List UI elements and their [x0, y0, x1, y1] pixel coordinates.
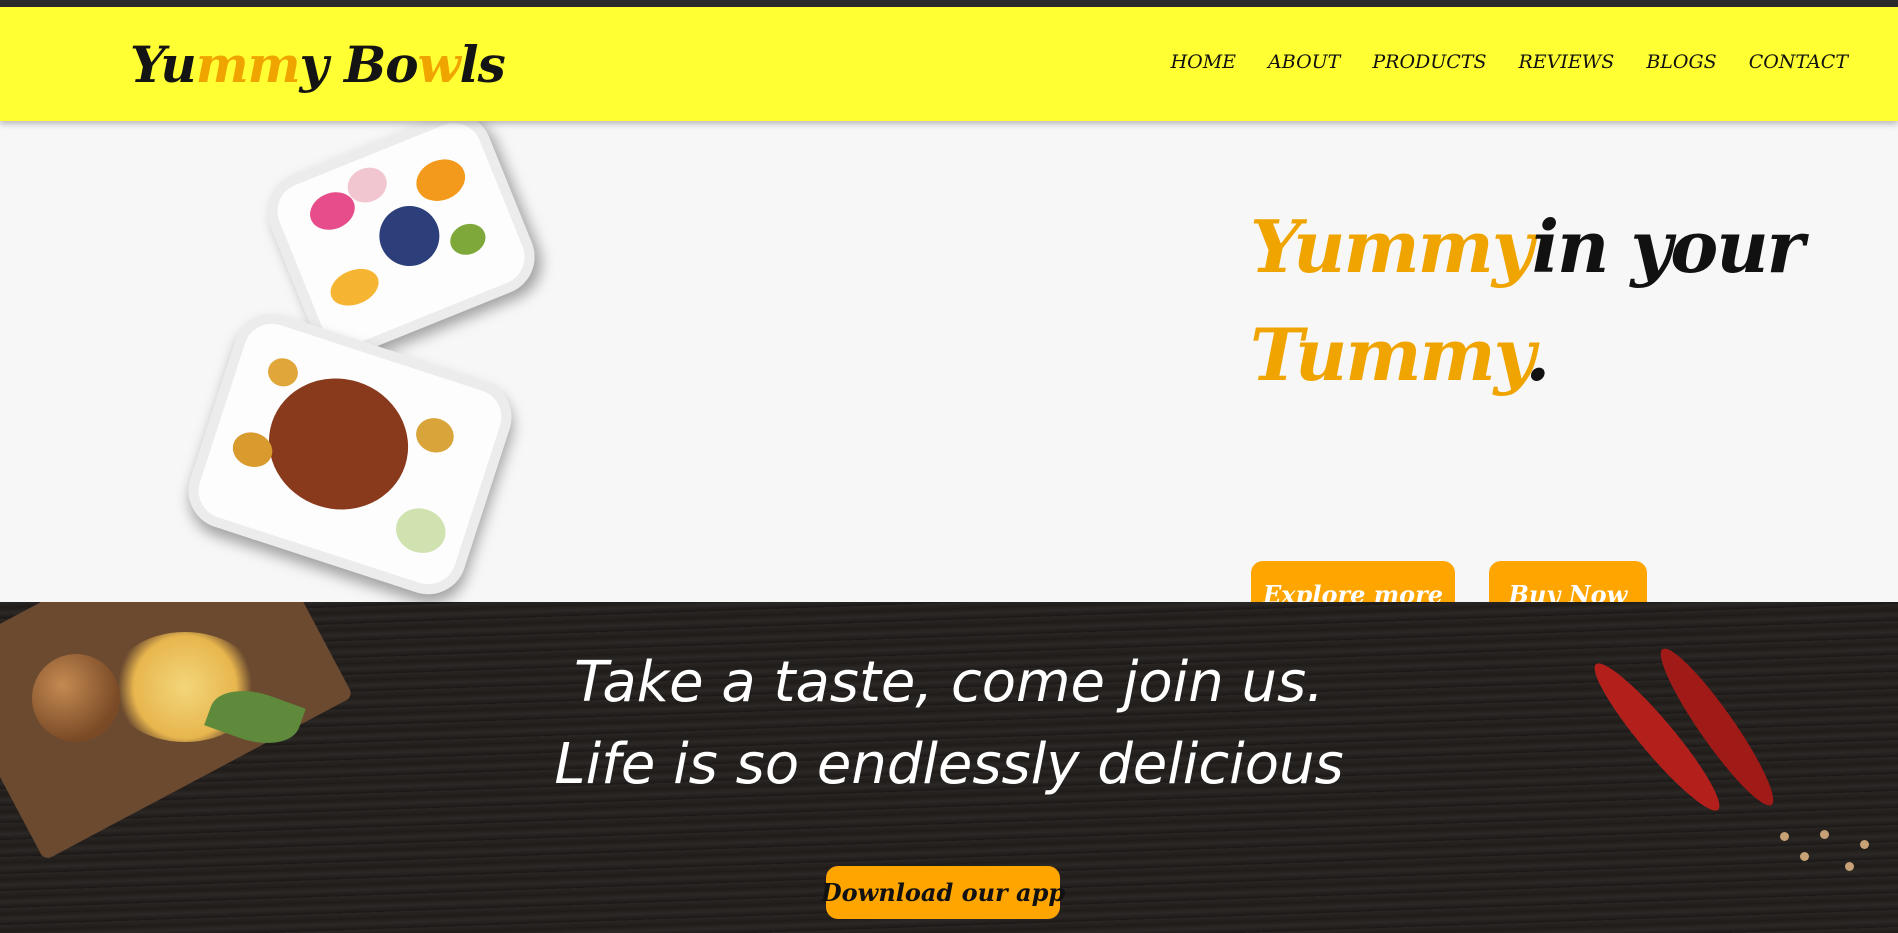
peppercorn [1860, 840, 1869, 849]
nav-about[interactable]: ABOUT [1252, 51, 1356, 73]
tagline-line-2: Life is so endlessly delicious [554, 732, 1344, 797]
nav-contact[interactable]: CONTACT [1733, 51, 1848, 73]
headline-accent: Tummy [1250, 312, 1527, 397]
headline-text: . [1525, 312, 1550, 397]
main-nav: HOME ABOUT PRODUCTS REVIEWS BLOGS CONTAC… [1155, 51, 1848, 73]
nav-reviews[interactable]: REVIEWS [1503, 51, 1631, 73]
promo-band: Take a taste, come join us. Life is so e… [0, 602, 1898, 933]
logo-part-accent: w [417, 35, 461, 94]
logo-part-accent: mm [195, 35, 301, 94]
logo-part: ls [459, 35, 506, 94]
peppercorn [1800, 852, 1809, 861]
logo-part: y Bo [299, 35, 419, 94]
peppercorn [1820, 830, 1829, 839]
nav-home[interactable]: HOME [1155, 51, 1252, 73]
chicken-plate-image [178, 303, 522, 605]
download-app-button[interactable]: Download our app [821, 866, 1065, 919]
tagline-line-1: Take a taste, come join us. [574, 650, 1324, 715]
nav-blogs[interactable]: BLOGS [1630, 51, 1732, 73]
brand-logo[interactable]: Yummy Bowls [130, 35, 506, 94]
peppercorn [1780, 832, 1789, 841]
site-header: Yummy Bowls HOME ABOUT PRODUCTS REVIEWS … [0, 7, 1898, 121]
logo-part: Yu [130, 35, 197, 94]
peppercorn [1845, 862, 1854, 871]
promo-tagline: Take a taste, come join us. Life is so e… [0, 642, 1898, 806]
headline-text: in your [1531, 204, 1805, 289]
hero-section: Yummyin your Tummy. Explore more Buy Now [0, 101, 1898, 627]
nav-products[interactable]: PRODUCTS [1356, 51, 1502, 73]
top-strip [0, 0, 1898, 7]
hero-headline: Yummyin your Tummy. [1250, 193, 1805, 409]
headline-accent: Yummy [1250, 204, 1534, 289]
